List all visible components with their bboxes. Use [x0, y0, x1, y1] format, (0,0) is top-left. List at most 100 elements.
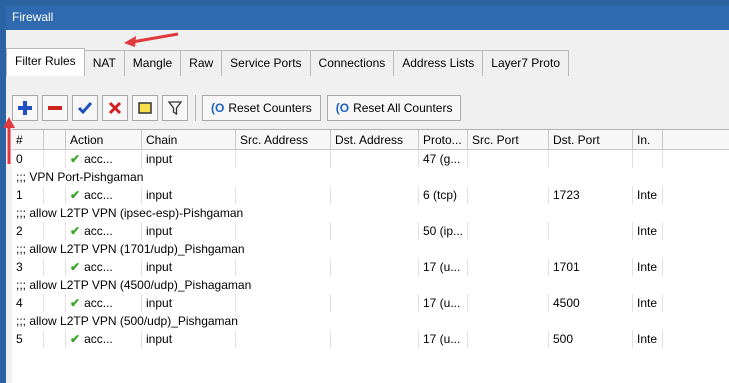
- rule-dst-address: [331, 330, 419, 348]
- accept-check-icon: ✔: [70, 260, 81, 274]
- annotation-arrow-add: [3, 117, 15, 164]
- tab-layer7-protocols[interactable]: Layer7 Proto: [482, 50, 569, 76]
- rule-action-label: acc...: [84, 224, 113, 238]
- rule-protocol: 47 (g...: [419, 150, 468, 168]
- column-header-dst-port[interactable]: Dst. Port: [549, 130, 633, 149]
- rule-chain: input: [142, 186, 236, 204]
- rule-in-interface: [633, 150, 663, 168]
- rule-in-interface: Inte: [633, 294, 663, 312]
- check-icon: [77, 102, 93, 115]
- rule-chain: input: [142, 258, 236, 276]
- column-header-flags[interactable]: [44, 130, 66, 149]
- column-header-in-interface[interactable]: In.: [633, 130, 663, 149]
- rule-action-label: acc...: [84, 152, 113, 166]
- rule-dst-address: [331, 258, 419, 276]
- accept-check-icon: ✔: [70, 332, 81, 346]
- rule-protocol: 17 (u...: [419, 330, 468, 348]
- rule-src-address: [236, 150, 331, 168]
- rule-flags: [44, 186, 66, 204]
- toolbar-separator: [195, 95, 196, 121]
- table-row[interactable]: 0 ✔ acc... input 47 (g...: [12, 150, 729, 168]
- rule-dst-address: [331, 222, 419, 240]
- rule-comment[interactable]: ;;; allow L2TP VPN (4500/udp)_Pishagaman: [12, 276, 729, 294]
- reset-counters-label: Reset Counters: [228, 101, 312, 115]
- accept-check-icon: ✔: [70, 152, 81, 166]
- note-icon: [138, 102, 152, 114]
- rule-number: 5: [12, 330, 44, 348]
- rule-action-label: acc...: [84, 260, 113, 274]
- rule-dst-port: 4500: [549, 294, 633, 312]
- tab-raw[interactable]: Raw: [180, 50, 223, 76]
- reset-counters-button[interactable]: (O Reset Counters: [202, 95, 321, 121]
- table-header: # Action Chain Src. Address Dst. Address…: [12, 130, 729, 150]
- tab-mangle[interactable]: Mangle: [123, 50, 182, 76]
- filter-button[interactable]: [162, 95, 188, 121]
- rule-flags: [44, 330, 66, 348]
- reset-icon: (O: [211, 101, 225, 115]
- accept-check-icon: ✔: [70, 224, 81, 238]
- rule-chain: input: [142, 150, 236, 168]
- rule-chain: input: [142, 330, 236, 348]
- column-header-protocol[interactable]: Proto...: [419, 130, 468, 149]
- rule-in-interface: Inte: [633, 222, 663, 240]
- firewall-window: Firewall Filter Rules NAT Mangle Raw Ser…: [0, 0, 729, 383]
- tab-nat[interactable]: NAT: [83, 50, 125, 76]
- rule-dst-port: [549, 150, 633, 168]
- rule-dst-port: 1723: [549, 186, 633, 204]
- rule-dst-port: [549, 222, 633, 240]
- rule-dst-port: 1701: [549, 258, 633, 276]
- rule-action: ✔ acc...: [66, 150, 142, 168]
- rule-src-address: [236, 186, 331, 204]
- table-row[interactable]: 4 ✔ acc... input 17 (u... 4500 Inte: [12, 294, 729, 312]
- rule-in-interface: Inte: [633, 258, 663, 276]
- tab-bar: Filter Rules NAT Mangle Raw Service Port…: [6, 48, 729, 76]
- rule-action-label: acc...: [84, 332, 113, 346]
- table-row[interactable]: 3 ✔ acc... input 17 (u... 1701 Inte: [12, 258, 729, 276]
- comment-button[interactable]: [132, 95, 158, 121]
- rule-number: 1: [12, 186, 44, 204]
- rule-src-port: [468, 150, 549, 168]
- table-body: 0 ✔ acc... input 47 (g...;;; VPN Port-Pishga…: [12, 150, 729, 348]
- rule-comment[interactable]: ;;; VPN Port-Pishgaman: [12, 168, 729, 186]
- tab-address-lists[interactable]: Address Lists: [393, 50, 484, 76]
- rule-src-address: [236, 294, 331, 312]
- reset-all-counters-button[interactable]: (O Reset All Counters: [326, 95, 462, 121]
- rule-comment[interactable]: ;;; allow L2TP VPN (500/udp)_Pishgaman: [12, 312, 729, 330]
- table-row[interactable]: 5 ✔ acc... input 17 (u... 500 Inte: [12, 330, 729, 348]
- rule-protocol: 50 (ip...: [419, 222, 468, 240]
- column-header-src-port[interactable]: Src. Port: [468, 130, 549, 149]
- filter-icon: [167, 101, 183, 116]
- column-header-action[interactable]: Action: [66, 130, 142, 149]
- rule-dst-address: [331, 150, 419, 168]
- rule-src-port: [468, 258, 549, 276]
- rule-src-address: [236, 330, 331, 348]
- column-header-src-address[interactable]: Src. Address: [236, 130, 331, 149]
- rule-chain: input: [142, 294, 236, 312]
- rule-action: ✔ acc...: [66, 330, 142, 348]
- rule-in-interface: Inte: [633, 186, 663, 204]
- rule-number: 2: [12, 222, 44, 240]
- disable-button[interactable]: [102, 95, 128, 121]
- tab-filter-rules[interactable]: Filter Rules: [6, 48, 85, 76]
- remove-button[interactable]: [42, 95, 68, 121]
- rule-flags: [44, 150, 66, 168]
- column-header-dst-address[interactable]: Dst. Address: [331, 130, 419, 149]
- enable-button[interactable]: [72, 95, 98, 121]
- rule-protocol: 17 (u...: [419, 258, 468, 276]
- tab-service-ports[interactable]: Service Ports: [221, 50, 311, 76]
- table-row[interactable]: 2 ✔ acc... input 50 (ip... Inte: [12, 222, 729, 240]
- rule-action: ✔ acc...: [66, 258, 142, 276]
- table-row[interactable]: 1 ✔ acc... input 6 (tcp) 1723 Inte: [12, 186, 729, 204]
- rule-src-port: [468, 186, 549, 204]
- rule-dst-port: 500: [549, 330, 633, 348]
- accept-check-icon: ✔: [70, 188, 81, 202]
- rule-in-interface: Inte: [633, 330, 663, 348]
- rule-protocol: 17 (u...: [419, 294, 468, 312]
- rule-action: ✔ acc...: [66, 294, 142, 312]
- rule-src-port: [468, 222, 549, 240]
- rule-dst-address: [331, 294, 419, 312]
- rule-comment[interactable]: ;;; allow L2TP VPN (1701/udp)_Pishgaman: [12, 240, 729, 258]
- column-header-chain[interactable]: Chain: [142, 130, 236, 149]
- rule-comment[interactable]: ;;; allow L2TP VPN (ipsec-esp)-Pishgaman: [12, 204, 729, 222]
- tab-connections[interactable]: Connections: [309, 50, 395, 76]
